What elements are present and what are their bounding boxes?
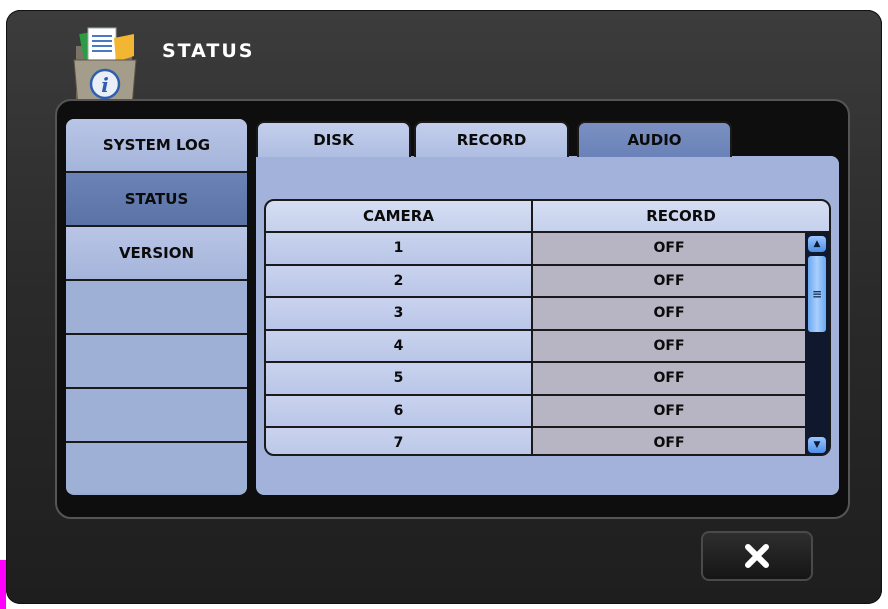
camera-cell: 7 — [266, 428, 533, 454]
table-row[interactable]: 4 OFF — [266, 330, 829, 363]
table-row[interactable]: 7 OFF — [266, 428, 829, 454]
scroll-up-button[interactable]: ▲ — [808, 236, 826, 252]
grip-icon: ≡ — [811, 287, 823, 301]
scroll-down-button[interactable]: ▼ — [808, 437, 826, 453]
close-button[interactable] — [701, 531, 813, 581]
arrow-down-icon: ▼ — [813, 440, 821, 450]
table-row[interactable]: 3 OFF — [266, 298, 829, 331]
table-row[interactable]: 5 OFF — [266, 363, 829, 396]
record-cell[interactable]: OFF — [533, 298, 805, 329]
sidebar-item-version[interactable]: VERSION — [66, 227, 247, 281]
camera-cell: 6 — [266, 395, 533, 426]
record-cell[interactable]: OFF — [533, 265, 805, 296]
vertical-scrollbar[interactable]: ▲ ≡ ▼ — [805, 233, 829, 454]
record-cell[interactable]: OFF — [533, 428, 805, 454]
table-body: 1 OFF 2 OFF 3 OFF 4 OFF 5 OFF 6 OFF 7 OF… — [266, 233, 829, 454]
table-row[interactable]: 1 OFF — [266, 233, 829, 266]
tab-record[interactable]: RECORD — [414, 121, 569, 157]
table-row[interactable]: 2 OFF — [266, 265, 829, 298]
record-cell[interactable]: OFF — [533, 395, 805, 426]
column-header-camera: CAMERA — [266, 201, 533, 231]
scroll-thumb[interactable]: ≡ — [808, 256, 826, 332]
sidebar-item-status[interactable]: STATUS — [66, 173, 247, 227]
sidebar-item-empty — [66, 335, 247, 389]
close-icon — [745, 544, 769, 568]
window-title: STATUS — [162, 40, 255, 62]
camera-cell: 2 — [266, 265, 533, 296]
sidebar: SYSTEM LOG STATUS VERSION — [66, 119, 247, 495]
record-cell[interactable]: OFF — [533, 330, 805, 361]
camera-cell: 4 — [266, 330, 533, 361]
tab-disk[interactable]: DISK — [256, 121, 411, 157]
column-header-record: RECORD — [533, 201, 829, 231]
sidebar-item-empty — [66, 389, 247, 443]
record-cell[interactable]: OFF — [533, 233, 805, 264]
table-header: CAMERA RECORD — [266, 201, 829, 233]
tab-audio[interactable]: AUDIO — [577, 121, 732, 157]
svg-text:i: i — [101, 73, 109, 97]
audio-record-table: CAMERA RECORD 1 OFF 2 OFF 3 OFF 4 OFF 5 … — [264, 199, 831, 456]
sidebar-item-empty — [66, 443, 247, 493]
record-cell[interactable]: OFF — [533, 363, 805, 394]
info-folder-icon: i — [68, 22, 142, 108]
table-row[interactable]: 6 OFF — [266, 395, 829, 428]
sidebar-item-empty — [66, 281, 247, 335]
arrow-up-icon: ▲ — [813, 239, 821, 249]
sidebar-item-system-log[interactable]: SYSTEM LOG — [66, 119, 247, 173]
camera-cell: 5 — [266, 363, 533, 394]
camera-cell: 1 — [266, 233, 533, 264]
camera-cell: 3 — [266, 298, 533, 329]
